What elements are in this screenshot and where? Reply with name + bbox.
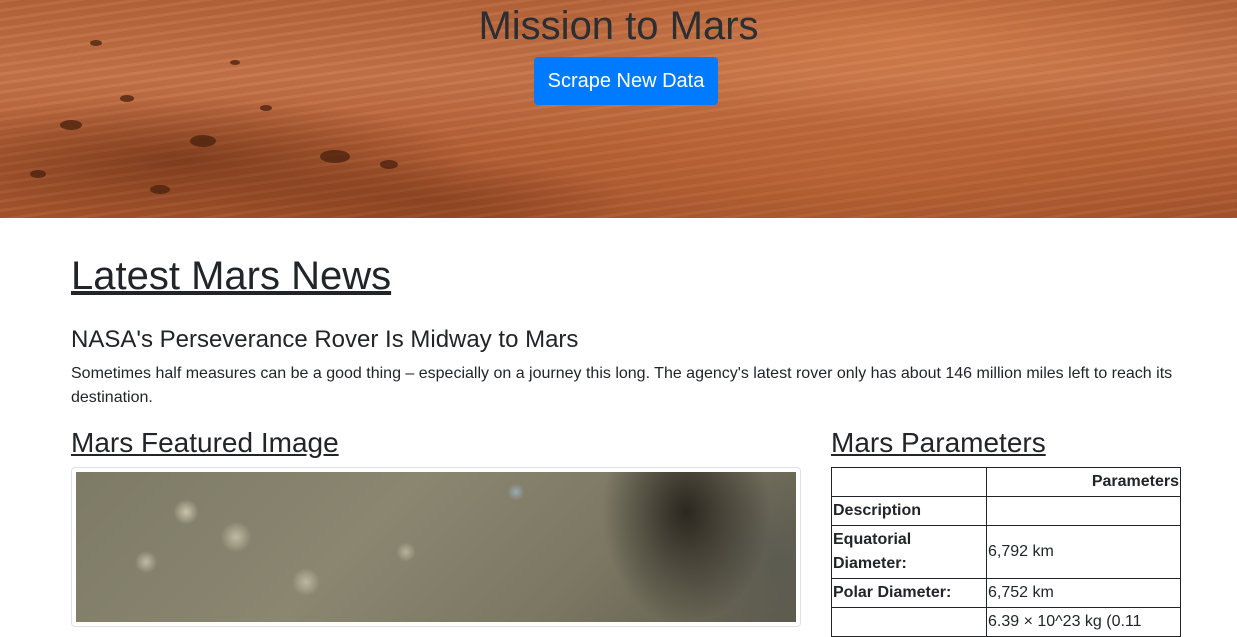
news-teaser: Sometimes half measures can be a good th… [71, 365, 1173, 406]
table-row-label: Description [831, 496, 987, 526]
hero-rock-decoration [120, 95, 134, 102]
hero-rock-decoration [320, 150, 350, 163]
table-row-label: Equatorial Diameter: [831, 525, 987, 579]
scrape-new-data-button[interactable]: Scrape New Data [534, 57, 718, 105]
hero-rock-decoration [150, 185, 170, 194]
featured-image-thumbnail [71, 467, 801, 627]
news-headline: NASA's Perseverance Rover Is Midway to M… [71, 326, 579, 353]
table-row-value: 6,752 km [986, 578, 1181, 608]
hero-rock-decoration [260, 105, 272, 111]
featured-image-heading: Mars Featured Image [71, 427, 339, 458]
featured-image [76, 472, 796, 622]
hero-rock-decoration [30, 170, 46, 178]
hero-rock-decoration [380, 160, 398, 169]
hero-rock-decoration [230, 60, 240, 65]
table-row-label: Polar Diameter: [831, 578, 987, 608]
table-row-value: 6,792 km [986, 525, 1181, 579]
table-row: Description [831, 496, 1181, 526]
table-header-cell-empty [831, 467, 987, 497]
table-header-row: Parameters [831, 467, 1181, 497]
hero-banner: Mission to Mars Scrape New Data [0, 0, 1237, 218]
table-row: 6.39 × 10^23 kg (0.11 [831, 607, 1181, 637]
table-row: Equatorial Diameter: 6,792 km [831, 525, 1181, 579]
table-row-value [986, 496, 1181, 526]
table-row: Polar Diameter: 6,752 km [831, 578, 1181, 608]
table-row-value: 6.39 × 10^23 kg (0.11 [986, 607, 1181, 637]
table-header-cell: Parameters [986, 467, 1181, 497]
hero-rock-decoration [190, 135, 216, 147]
mars-parameters-heading: Mars Parameters [831, 427, 1046, 458]
page-title: Mission to Mars [478, 4, 759, 48]
hero-rock-decoration [60, 120, 82, 130]
latest-news-heading: Latest Mars News [71, 254, 392, 298]
table-row-label [831, 607, 987, 637]
mars-facts-table: Parameters Description Equatorial Diamet… [831, 467, 1181, 637]
